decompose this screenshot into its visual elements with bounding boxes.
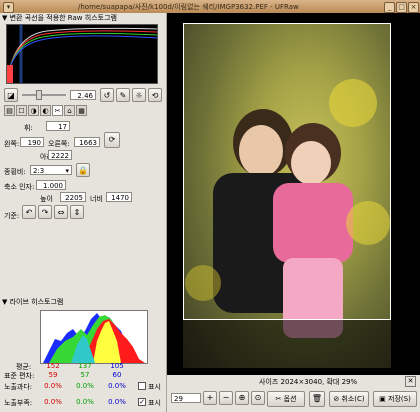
width-label: 너비 xyxy=(90,195,103,203)
bottom-toolbar: 29 + − ⊕ ⊙ ✂ 옵션 🗑 ⊘ 취소(C) ▣ 저장(S) xyxy=(167,387,420,412)
crop-left-label: 왼쪽: xyxy=(4,140,20,148)
wb-value[interactable]: 17 xyxy=(46,121,70,131)
window-title: /home/suapapa/사진/k100d/이림없는 쉐리/IMGP3632.… xyxy=(78,3,299,11)
zoom-input[interactable]: 29 xyxy=(171,393,201,403)
exposure-slider[interactable] xyxy=(22,94,66,96)
tab-raw[interactable]: ▤ xyxy=(4,105,15,116)
save-button[interactable]: ▣ 저장(S) xyxy=(373,391,417,407)
show-under-label: 표시 xyxy=(148,399,161,407)
flip-vertical-icon[interactable]: ⇕ xyxy=(70,205,84,219)
std-green: 57 xyxy=(80,371,90,379)
raw-histogram xyxy=(6,24,158,84)
maximize-icon[interactable]: □ xyxy=(396,2,407,13)
crop-rectangle[interactable] xyxy=(183,23,391,320)
shrink-label: 축소 인자: xyxy=(4,183,35,191)
exposure-icon[interactable]: ◪ xyxy=(4,88,18,102)
live-histogram-header[interactable]: ▼ 라이브 히스토그램 xyxy=(2,297,63,308)
over-red: 0.0% xyxy=(44,382,62,390)
curve-blue xyxy=(6,35,158,84)
tab-exif[interactable]: ⌂ xyxy=(64,105,75,116)
crop-bottom-value[interactable]: 2222 xyxy=(48,150,72,160)
auto-exposure-icon[interactable]: ✎ xyxy=(116,88,130,102)
rotate-label: 기준: xyxy=(4,212,20,220)
height-label: 높이 xyxy=(40,195,53,203)
aspect-label: 종횡비: xyxy=(4,168,26,176)
window-titlebar: ▾ /home/suapapa/사진/k100d/이림없는 쉐리/IMGP363… xyxy=(0,0,420,14)
std-label: 표준 편차: xyxy=(4,372,35,380)
tab-color[interactable]: ◑ xyxy=(28,105,39,116)
over-label: 노출과다: xyxy=(4,383,33,391)
under-blue: 0.0% xyxy=(108,398,126,406)
avg-green: 137 xyxy=(78,362,92,370)
tab-info[interactable]: ▦ xyxy=(76,105,87,116)
crop-right-label: 오른쪽: xyxy=(48,140,70,148)
status-bar: 사이즈 2024×3040, 확대 29% ✕ xyxy=(167,375,420,387)
chevron-down-icon: ▾ xyxy=(65,167,69,175)
raw-histogram-header[interactable]: ▼ 변환 곡선을 적용한 Raw 히스토그램 xyxy=(2,13,117,24)
close-icon[interactable]: × xyxy=(408,2,419,13)
zoom-fit-icon[interactable]: ⊕ xyxy=(235,391,249,405)
cancel-button[interactable]: ⊘ 취소(C) xyxy=(329,391,369,407)
aspect-value: 2:3 xyxy=(33,167,45,175)
crop-right-value[interactable]: 1663 xyxy=(74,137,100,147)
live-histogram xyxy=(40,310,148,364)
exposure-slider-handle[interactable] xyxy=(36,90,42,100)
refresh-crop-icon[interactable]: ⟳ xyxy=(104,132,120,148)
tab-crop[interactable]: ✂ xyxy=(52,105,63,116)
curve-green xyxy=(6,32,158,84)
status-text: 사이즈 2024×3040, 확대 29% xyxy=(259,378,358,386)
save-icon: ▣ xyxy=(379,395,389,403)
histogram-bars xyxy=(7,65,13,83)
aspect-select[interactable]: 2:3 ▾ xyxy=(30,165,72,175)
show-over-checkbox[interactable] xyxy=(138,382,146,390)
height-value[interactable]: 2205 xyxy=(60,192,86,202)
clip-icon[interactable]: ☼ xyxy=(132,88,146,102)
exposure-value[interactable]: 2.46 xyxy=(70,90,96,100)
tools-icon: ✂ xyxy=(275,395,284,403)
avg-blue: 105 xyxy=(110,362,124,370)
shrink-value[interactable]: 1.000 xyxy=(36,180,66,190)
raw-histogram-curve xyxy=(6,25,158,84)
under-red: 0.0% xyxy=(44,398,62,406)
delete-icon[interactable]: 🗑 xyxy=(309,391,325,407)
zoom-100-icon[interactable]: ⊙ xyxy=(251,391,265,405)
collapse-arrow-icon: ▼ xyxy=(2,14,10,22)
wb-label: 휘: xyxy=(24,124,33,132)
std-blue: 60 xyxy=(112,371,122,379)
show-under-checkbox[interactable]: ✓ xyxy=(138,398,146,406)
crop-shade xyxy=(183,320,391,368)
reset-icon[interactable]: ⟲ xyxy=(148,88,162,102)
rotate-cw-icon[interactable]: ↷ xyxy=(38,205,52,219)
zoom-out-icon[interactable]: − xyxy=(219,391,233,405)
width-value[interactable]: 1470 xyxy=(106,192,132,202)
zoom-in-icon[interactable]: + xyxy=(203,391,217,405)
window-menu-icon[interactable]: ▾ xyxy=(3,2,14,13)
flip-horizontal-icon[interactable]: ⇔ xyxy=(54,205,68,219)
tab-lightness[interactable]: ◐ xyxy=(40,105,51,116)
live-histogram-chart xyxy=(43,313,145,363)
restore-icon[interactable]: ↺ xyxy=(100,88,114,102)
under-label: 노출부족: xyxy=(4,399,33,407)
avg-red: 152 xyxy=(46,362,60,370)
rotate-ccw-icon[interactable]: ↶ xyxy=(22,205,36,219)
crop-left-value[interactable]: 190 xyxy=(20,137,44,147)
over-green: 0.0% xyxy=(76,382,94,390)
collapse-arrow-icon: ▼ xyxy=(2,298,10,306)
options-button[interactable]: ✂ 옵션 xyxy=(267,391,305,407)
minimize-icon[interactable]: _ xyxy=(384,2,395,13)
over-blue: 0.0% xyxy=(108,382,126,390)
spot-icon[interactable]: ✕ xyxy=(405,376,416,387)
curve-red xyxy=(6,30,158,84)
lock-icon[interactable]: 🔒 xyxy=(76,163,90,177)
under-green: 0.0% xyxy=(76,398,94,406)
std-red: 59 xyxy=(48,371,58,379)
tab-wb[interactable]: ☐ xyxy=(16,105,27,116)
show-over-label: 표시 xyxy=(148,383,161,391)
